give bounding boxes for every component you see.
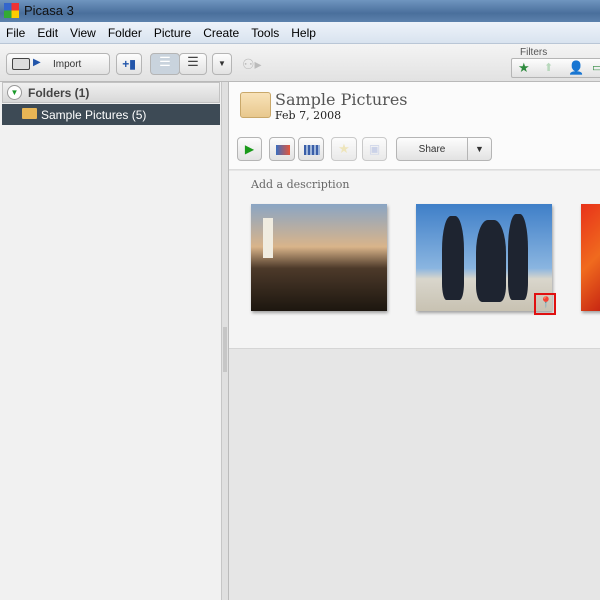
people-icon[interactable]: ⚇▸ — [242, 56, 262, 73]
share-button[interactable]: Share — [396, 137, 468, 161]
slideshow-button[interactable]: ▶ — [237, 137, 262, 161]
toolbar: ▶ Import +▮ ☰ ☰ ▼ ⚇▸ Filters ★ ⬆ 👤 ▭ — [0, 44, 600, 82]
menu-view[interactable]: View — [64, 22, 102, 40]
collage-button[interactable] — [269, 137, 295, 161]
menu-folder[interactable]: Folder — [102, 22, 148, 40]
list-view-button[interactable]: ☰ — [150, 53, 180, 75]
thumbnail-penguins[interactable] — [416, 204, 552, 311]
add-to-album-button[interactable]: +▮ — [116, 53, 142, 75]
album-header: Sample Pictures Feb 7, 2008 ▶ ★ ▣ Share … — [229, 82, 600, 170]
tree-view-button[interactable]: ☰ — [179, 53, 207, 75]
star-filter-icon[interactable]: ★ — [518, 60, 530, 76]
upload-filter-icon[interactable]: ⬆ — [544, 61, 553, 74]
folder-item-label: Sample Pictures (5) — [41, 108, 147, 122]
menu-create[interactable]: Create — [197, 22, 245, 40]
lighthouse-shape — [263, 218, 273, 258]
arrow-right-icon: ▶ — [33, 57, 41, 68]
menu-tools[interactable]: Tools — [245, 22, 285, 40]
view-dropdown-button[interactable]: ▼ — [212, 53, 232, 75]
thumbnail-lighthouse[interactable] — [251, 204, 387, 311]
expand-icon[interactable]: ▼ — [7, 85, 22, 100]
folder-icon — [22, 108, 37, 119]
album-view: Sample Pictures Feb 7, 2008 ▶ ★ ▣ Share … — [229, 82, 600, 600]
face-filter-icon[interactable]: 👤 — [568, 60, 584, 76]
import-label: Import — [53, 59, 82, 70]
picasa-logo-icon — [4, 3, 19, 18]
album-title[interactable]: Sample Pictures — [275, 90, 408, 109]
folders-header-label: Folders (1) — [28, 86, 90, 100]
description-area: Add a description 📍 — [229, 171, 600, 349]
menu-picture[interactable]: Picture — [148, 22, 197, 40]
album-date: Feb 7, 2008 — [275, 109, 342, 122]
folders-header[interactable]: ▼ Folders (1) — [2, 82, 220, 103]
folder-item-sample-pictures[interactable]: Sample Pictures (5) — [2, 104, 220, 125]
share-label: Share — [418, 144, 446, 155]
folder-panel: ▼ Folders (1) Sample Pictures (5) — [0, 82, 222, 600]
menu-file[interactable]: File — [0, 22, 31, 40]
filters-group: ★ ⬆ 👤 ▭ — [511, 58, 600, 78]
collage-icon — [276, 145, 290, 155]
penguin-shape — [508, 214, 528, 300]
geotag-highlight-box[interactable]: 📍 — [534, 293, 556, 315]
save-button[interactable]: ▣ — [362, 137, 387, 161]
import-button[interactable]: ▶ Import — [6, 53, 110, 75]
menu-bar: File Edit View Folder Picture Create Tools Help — [0, 22, 600, 44]
penguin-shape — [442, 216, 464, 300]
menu-edit[interactable]: Edit — [31, 22, 64, 40]
video-filter-icon[interactable]: ▭ — [592, 61, 600, 74]
album-folder-icon — [240, 92, 271, 118]
geotag-icon: 📍 — [539, 297, 553, 309]
thumbnail-flower[interactable] — [581, 204, 600, 311]
share-dropdown-button[interactable]: ▼ — [467, 137, 492, 161]
title-bar: Picasa 3 — [0, 0, 600, 22]
description-input[interactable]: Add a description — [251, 178, 349, 191]
window-title: Picasa 3 — [24, 3, 74, 18]
movie-icon — [304, 145, 320, 155]
penguin-shape — [476, 220, 506, 302]
movie-button[interactable] — [298, 137, 324, 161]
star-button[interactable]: ★ — [331, 137, 357, 161]
filters-label: Filters — [520, 47, 548, 58]
camera-icon — [12, 58, 30, 70]
menu-help[interactable]: Help — [285, 22, 322, 40]
panel-splitter[interactable] — [222, 82, 229, 600]
